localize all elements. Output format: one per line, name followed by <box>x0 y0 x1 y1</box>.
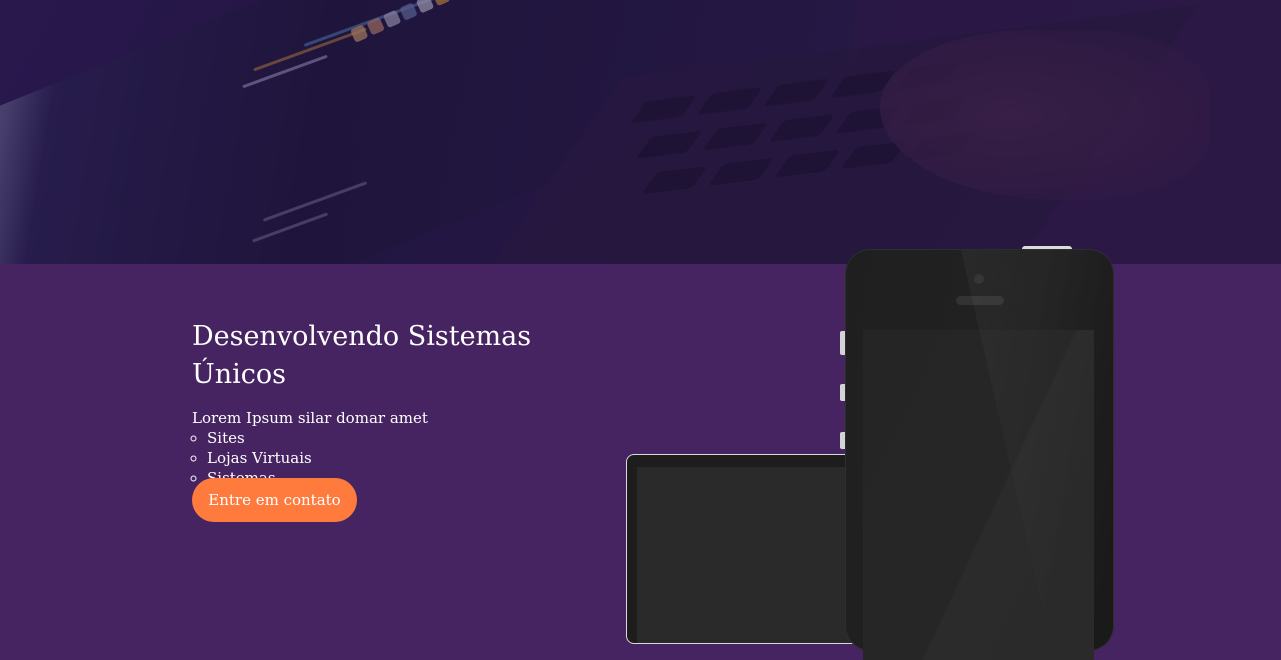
phone-mockup <box>846 250 1113 660</box>
contact-button[interactable]: Entre em contato <box>192 478 357 522</box>
page-title: Desenvolvendo Sistemas Únicos <box>192 321 532 390</box>
list-item: Sites <box>207 428 612 448</box>
hero-overlay <box>0 0 1281 264</box>
list-item: Lojas Virtuais <box>207 448 612 468</box>
intro-text: Lorem Ipsum silar domar amet <box>192 409 428 427</box>
hero-banner <box>0 0 1281 264</box>
tablet-screen <box>637 467 865 643</box>
tablet-mockup <box>626 454 866 644</box>
intro-section: Desenvolvendo Sistemas Únicos Lorem Ipsu… <box>192 318 612 488</box>
